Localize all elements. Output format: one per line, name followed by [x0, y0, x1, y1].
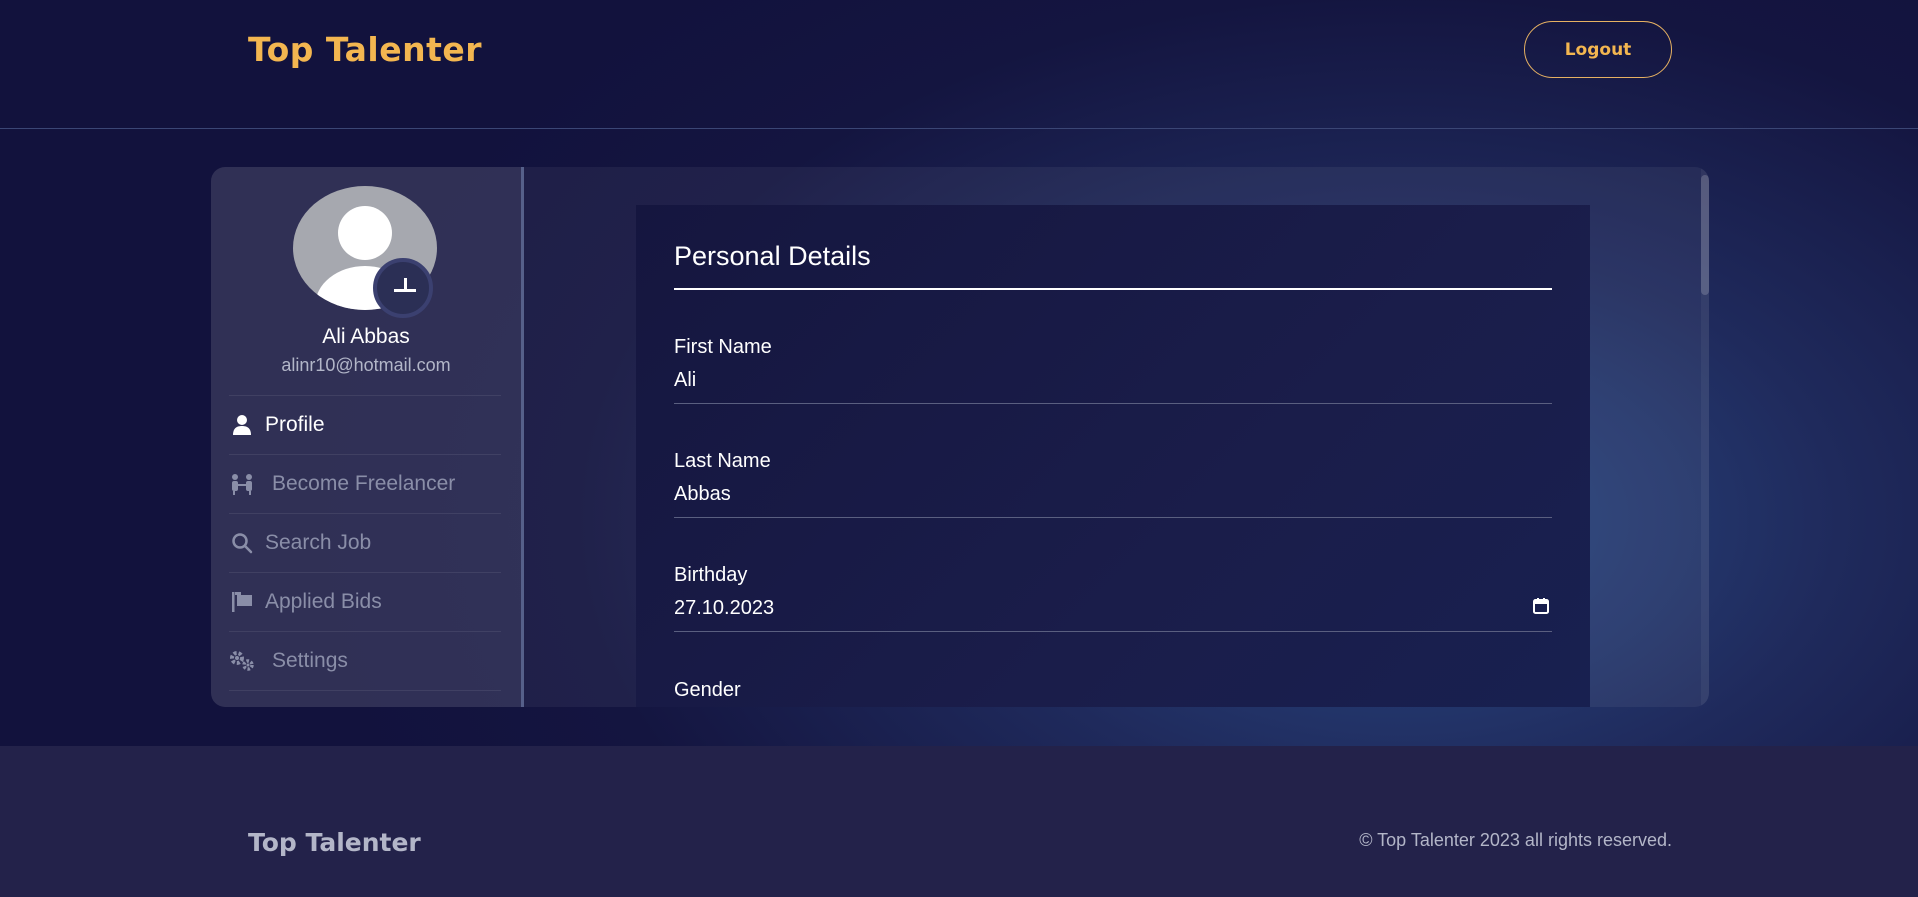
user-name: Ali Abbas — [322, 325, 410, 348]
last-name-field: Last Name Abbas — [674, 450, 1552, 518]
gender-label: Gender — [674, 679, 741, 701]
form-title: Personal Details — [674, 241, 871, 271]
sidebar-item-label: Settings — [272, 649, 348, 672]
sidebar: Ali Abbas alinr10@hotmail.com Profile Be… — [211, 167, 524, 707]
flag-icon — [229, 590, 255, 614]
first-name-input[interactable]: Ali — [674, 369, 1552, 404]
search-icon — [229, 531, 255, 555]
first-name-field: First Name Ali — [674, 336, 1552, 404]
people-icon — [229, 472, 255, 496]
logout-button[interactable]: Logout — [1524, 21, 1672, 78]
profile-panel: Ali Abbas alinr10@hotmail.com Profile Be… — [211, 167, 1709, 707]
last-name-label: Last Name — [674, 450, 771, 472]
title-divider — [674, 288, 1552, 290]
sidebar-item-search-job[interactable]: Search Job — [229, 514, 501, 573]
top-header: Top Talenter Logout — [0, 0, 1918, 129]
sidebar-item-label: Become Freelancer — [272, 472, 456, 495]
sidebar-item-applied-bids[interactable]: Applied Bids — [229, 573, 501, 632]
footer: Top Talenter © Top Talenter 2023 all rig… — [0, 746, 1918, 897]
sidebar-item-profile[interactable]: Profile — [229, 396, 501, 455]
sidebar-item-become-freelancer[interactable]: Become Freelancer — [229, 455, 501, 514]
birthday-label: Birthday — [674, 564, 748, 586]
scrollbar[interactable] — [1701, 167, 1709, 707]
user-email: alinr10@hotmail.com — [281, 355, 451, 375]
brand-logo[interactable]: Top Talenter — [248, 30, 482, 69]
birthday-field: Birthday 27.10.2023 — [674, 564, 1552, 632]
sidebar-item-label: Profile — [265, 413, 325, 436]
sidebar-menu: Profile Become Freelancer Search Job App… — [229, 395, 501, 691]
first-name-label: First Name — [674, 336, 772, 358]
user-icon — [229, 413, 255, 437]
avatar-head — [338, 206, 392, 260]
last-name-input[interactable]: Abbas — [674, 483, 1552, 518]
add-photo-button[interactable] — [373, 258, 433, 318]
gears-icon — [229, 649, 255, 673]
personal-details-form: Personal Details First Name Ali Last Nam… — [636, 205, 1590, 707]
calendar-icon[interactable] — [1532, 597, 1550, 615]
birthday-value: 27.10.2023 — [674, 597, 775, 619]
sidebar-item-settings[interactable]: Settings — [229, 632, 501, 691]
content-area: Personal Details First Name Ali Last Nam… — [524, 167, 1709, 707]
footer-brand: Top Talenter — [248, 828, 421, 857]
scrollbar-thumb[interactable] — [1701, 175, 1709, 295]
copyright-text: © Top Talenter 2023 all rights reserved. — [1359, 830, 1672, 850]
gender-field: Gender — [674, 679, 1552, 702]
sidebar-item-label: Search Job — [265, 531, 372, 554]
birthday-input[interactable]: 27.10.2023 — [674, 597, 1552, 632]
sidebar-item-label: Applied Bids — [265, 590, 382, 613]
